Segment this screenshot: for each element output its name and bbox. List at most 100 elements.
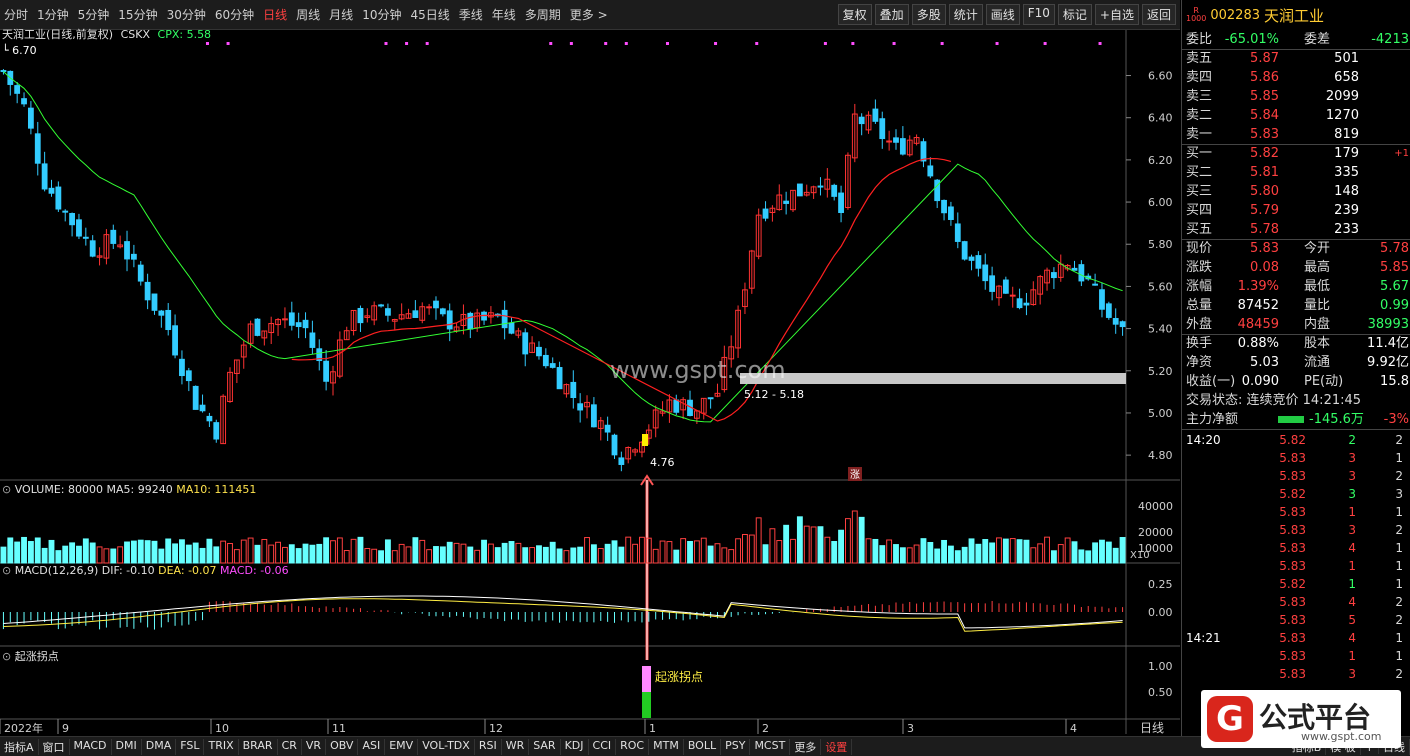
indicator-tab[interactable]: EMV	[385, 738, 419, 755]
quote-row: 总量 87452 量比 0.99	[1182, 296, 1410, 315]
tick-row: 5.83 3 2	[1182, 665, 1410, 683]
toolbar-button[interactable]: 多股	[911, 4, 946, 25]
order-price: 5.82	[1250, 146, 1279, 161]
toolbar-button[interactable]: 叠加	[874, 4, 909, 25]
toolbar-button[interactable]: +自选	[1094, 4, 1139, 25]
indicator-tab[interactable]: BOLL	[684, 738, 722, 755]
volume-bar	[714, 543, 721, 564]
candle-body	[282, 318, 288, 321]
volume-bar	[130, 540, 137, 564]
price-tick-label: 5.20	[1148, 365, 1173, 378]
indicator-tab[interactable]: ROC	[616, 738, 650, 755]
price-tick-label: 5.00	[1148, 407, 1173, 420]
period-tab[interactable]: 60分钟	[215, 6, 254, 23]
period-tab[interactable]: 年线	[492, 6, 516, 23]
toolbar-button[interactable]: 统计	[948, 4, 983, 25]
order-price: 5.80	[1250, 184, 1279, 199]
volume-bar	[652, 548, 659, 564]
quote-value: 5.78	[1380, 241, 1409, 256]
orderbook-row: 卖四 5.86 658	[1182, 68, 1410, 87]
indicator-tab[interactable]: VR	[302, 738, 327, 755]
volume-bar	[831, 541, 838, 564]
toolbar-button[interactable]: 复权	[837, 4, 872, 25]
indicator-tab[interactable]: 窗口	[39, 738, 70, 755]
volume-bar	[282, 546, 288, 564]
candle-body	[831, 184, 838, 197]
period-tab[interactable]: 5分钟	[78, 6, 110, 23]
quote-label: 最高	[1304, 260, 1331, 275]
toolbar-button[interactable]: 返回	[1141, 4, 1176, 25]
indicator-tab[interactable]: ASI	[358, 738, 386, 755]
candle-body	[309, 332, 316, 348]
price-tick-label: 4.80	[1148, 449, 1173, 462]
volume-bar	[433, 546, 439, 564]
period-tab[interactable]: 45日线	[410, 6, 449, 23]
period-tab[interactable]: 周线	[296, 6, 320, 23]
volume-bar	[577, 546, 584, 564]
indicator-tab[interactable]: TRIX	[204, 738, 239, 755]
indicator-tab[interactable]: DMI	[112, 738, 142, 755]
period-tab[interactable]: 月线	[329, 6, 353, 23]
kline-chart-area[interactable]: 6.60 6.40 6.20 6.00 5.80 5.60 5.40 5.20 5.00 4.80…	[0, 28, 1180, 734]
indicator-tab[interactable]: FSL	[176, 738, 205, 755]
indicator-tab[interactable]: WR	[502, 738, 530, 755]
logo-url: www.gspt.com	[1301, 730, 1382, 743]
volume-bar	[378, 550, 384, 564]
candle-body	[124, 241, 130, 260]
indicator-tab[interactable]: OBV	[326, 738, 359, 755]
quote-label: 最低	[1304, 279, 1331, 294]
candle-body	[948, 206, 954, 220]
collapse-icon[interactable]: ⊙	[2, 483, 11, 496]
indicator-tab[interactable]: 指标A	[0, 738, 39, 755]
indicator-tab[interactable]: VOL-TDX	[418, 738, 475, 755]
period-tab[interactable]: 分时	[4, 6, 28, 23]
period-tab[interactable]: 季线	[459, 6, 483, 23]
volume-bar	[467, 546, 474, 564]
kline-chart-svg[interactable]: 6.60 6.40 6.20 6.00 5.80 5.60 5.40 5.20 5.00 4.80…	[0, 30, 1180, 734]
volume-bar	[625, 536, 632, 564]
volume-bar	[206, 538, 213, 564]
collapse-icon[interactable]: ⊙	[2, 564, 11, 577]
period-tab[interactable]: 10分钟	[362, 6, 401, 23]
indicator-tab[interactable]: MCST	[750, 738, 791, 755]
indicator-tab[interactable]: MACD	[70, 738, 112, 755]
stat-label: 净资	[1186, 355, 1213, 370]
candle-body	[165, 309, 172, 331]
candle-body	[439, 308, 446, 315]
quote-value: 0.08	[1250, 260, 1279, 275]
candle-body	[1112, 318, 1119, 325]
period-tab[interactable]: 更多 >	[570, 6, 608, 23]
indicator-tab[interactable]: MTM	[649, 738, 684, 755]
toolbar-button[interactable]: F10	[1022, 4, 1055, 25]
indicator-tab[interactable]: SAR	[529, 738, 561, 755]
period-tab[interactable]: 30分钟	[167, 6, 206, 23]
candle-body	[783, 200, 790, 204]
period-tab[interactable]: 1分钟	[37, 6, 69, 23]
collapse-icon[interactable]: ⊙	[2, 650, 11, 663]
indicator-tab[interactable]: KDJ	[561, 738, 589, 755]
indicator-tab[interactable]: RSI	[475, 738, 502, 755]
indicator-tab[interactable]: DMA	[142, 738, 177, 755]
indicator-tab[interactable]: BRAR	[239, 738, 278, 755]
indicator-tab[interactable]: CCI	[589, 738, 617, 755]
candle-body	[14, 85, 21, 94]
weicha-label: 委差	[1304, 32, 1331, 47]
toolbar-button[interactable]: 标记	[1057, 4, 1092, 25]
toolbar-button[interactable]: 画线	[985, 4, 1020, 25]
volume-bar	[996, 537, 1002, 564]
indicator-tab[interactable]: PSY	[721, 738, 751, 755]
volume-bar	[728, 549, 735, 564]
tick-time: 14:20	[1186, 433, 1221, 447]
volume-bar	[666, 541, 673, 564]
volume-bar	[563, 550, 570, 564]
indicator-tab[interactable]: CR	[278, 738, 302, 755]
tick-count: 2	[1395, 523, 1403, 537]
indicator-tab[interactable]: 设置	[821, 738, 853, 755]
indicator-tab[interactable]: 更多	[790, 738, 822, 755]
period-tab[interactable]: 多周期	[525, 6, 561, 23]
period-tab[interactable]: 日线	[263, 6, 287, 23]
period-tab[interactable]: 15分钟	[118, 6, 157, 23]
volume-bar	[1002, 538, 1009, 564]
candle-body	[796, 183, 803, 197]
candle-body	[172, 325, 178, 356]
